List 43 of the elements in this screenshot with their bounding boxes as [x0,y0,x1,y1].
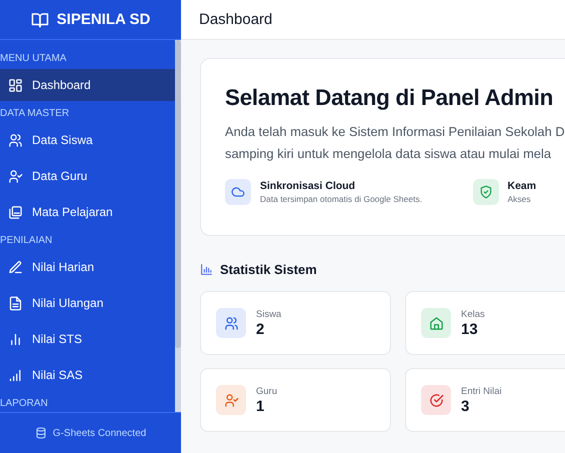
user-check-icon [8,168,23,184]
sidebar-item[interactable]: Nilai Harian [0,251,175,283]
section-heading: PENILAIAN [0,234,54,248]
sidebar-item[interactable]: Data Siswa [0,124,175,156]
stat-label: Guru [256,386,278,396]
scrollbar[interactable] [175,40,181,412]
document-icon [8,296,23,310]
feature-description: Data tersimpan otomatis di Google Sheets. [260,194,422,204]
section-heading: LAPORAN [0,397,49,411]
book-icon [30,10,49,28]
signal-bars-icon [8,368,23,382]
page-title: Dashboard [199,11,272,28]
section-title: Statistik Sistem [220,262,317,277]
welcome-title: Selamat Datang di Panel Admin [225,85,554,111]
stat-label: Siswa [256,308,282,320]
section-heading: DATA MASTER [0,107,70,121]
stat-label: Entri Nilai [461,386,502,396]
stat-value: 1 [256,398,266,414]
connection-status: G-Sheets Connected [52,428,146,438]
app-title: SIPENILA SD [56,11,150,28]
stat-value: 3 [461,398,470,414]
sidebar-item[interactable]: Nilai STS [0,323,175,355]
sidebar-item[interactable]: Mata Pelajaran [0,196,175,228]
welcome-text: samping kiri untuk mengelola data siswa atau mulai mela [225,145,552,163]
grid-icon [8,78,23,92]
section-heading: MENU UTAMA [0,52,68,66]
stat-value: 2 [256,320,266,338]
sidebar-item[interactable]: Dashboard [0,69,175,101]
feature-title: Keam [508,180,536,192]
book-stack-icon [8,204,23,220]
pen-icon [8,260,23,274]
feature-description: Akses [508,194,532,204]
bar-chart-icon [8,332,23,346]
stat-value: 13 [461,320,479,338]
users-icon [8,132,23,148]
stat-label: Kelas [461,308,485,320]
welcome-text: Anda telah masuk ke Sistem Informasi Penilaian Sekolah D [225,123,565,141]
sidebar-item[interactable]: Nilai SAS [0,359,175,391]
sidebar-item[interactable]: Data Guru [0,160,175,192]
feature-title: Sinkronisasi Cloud [260,180,356,192]
sidebar-item[interactable]: Nilai Ulangan [0,287,175,319]
bar-chart-icon [200,263,213,276]
database-icon [34,427,47,439]
